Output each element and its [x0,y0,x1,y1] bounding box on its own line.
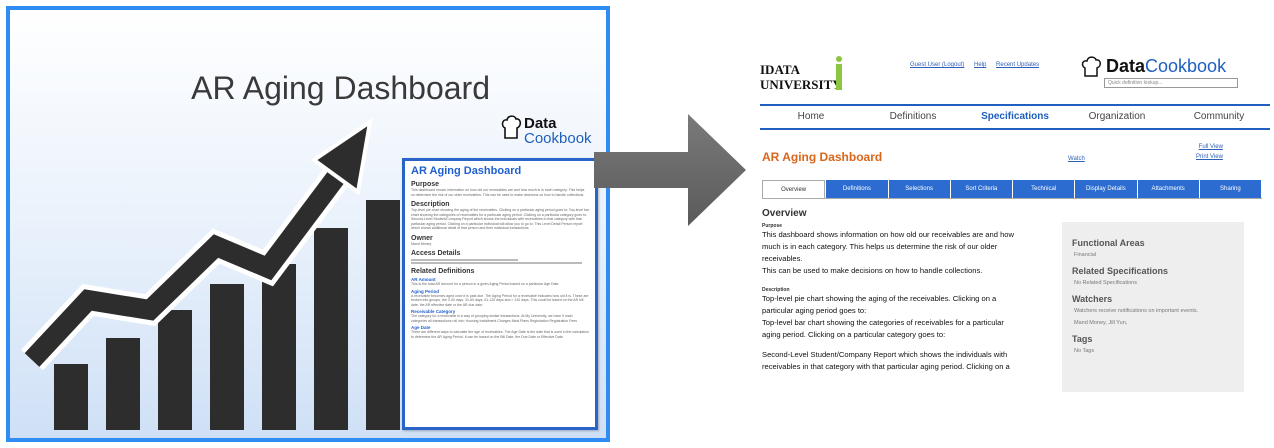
tab-overview[interactable]: Overview [762,180,826,198]
description-line: Top-level pie chart showing the aging of… [762,294,997,303]
chart-bar [54,364,88,430]
chef-hat-icon [1081,56,1101,77]
nav-definitions[interactable]: Definitions [862,106,964,128]
purpose-line: much is in each category. This helps us … [762,242,998,251]
full-view-link[interactable]: Full View [1196,142,1223,152]
quick-lookup-input[interactable]: Quick definition lookup... [1104,78,1238,88]
datacookbook-header-logo: DataCookbook Quick definition lookup... [1080,56,1250,92]
nav-organization[interactable]: Organization [1066,106,1168,128]
spec-document-preview: AR Aging Dashboard Purpose This dashboar… [402,158,598,430]
doc-related-heading: Related Definitions [411,268,475,275]
dashboard-thumbnail-panel: AR Aging Dashboard Data Cookbook AR Agin… [6,6,610,442]
datacookbook-logo: Data Cookbook [500,114,600,154]
chart-bar [314,228,348,430]
tab-sort-criteria[interactable]: Sort Criteria [950,180,1012,198]
page-title: AR Aging Dashboard [762,150,883,164]
chart-bar [210,284,244,430]
watch-link[interactable]: Watch [1068,156,1085,162]
view-links: Full View Print View [1196,142,1223,162]
account-links: Guest User (Logout) Help Recent Updates [910,62,1047,68]
doc-description-text: Top-level pie chart showing the aging of… [411,208,589,230]
tab-selections[interactable]: Selections [888,180,950,198]
doc-access-lines [411,258,589,264]
description-line: particular aging period goes to: [762,306,867,315]
doc-related-item-text: The category for a receivable is a way o… [411,314,577,323]
help-link[interactable]: Help [974,62,986,68]
overview-content: Overview Purpose This dashboard shows in… [762,208,1050,373]
print-view-link[interactable]: Print View [1196,152,1223,162]
functional-areas-value: Financial [1074,252,1097,258]
chef-hat-icon [501,115,522,139]
description-line: aging period. Clicking on a particular c… [762,330,946,339]
doc-purpose-text: This dashboard shows information on how … [411,188,585,197]
tab-definitions[interactable]: Definitions [826,180,888,198]
tab-display-details[interactable]: Display Details [1075,180,1137,198]
university-logo: IDATA UNIVERSITY [760,62,842,92]
doc-owner-heading: Owner [411,234,433,242]
main-navigation: Home Definitions Specifications Organiza… [760,104,1270,130]
related-specs-heading: Related Specifications [1072,266,1169,276]
doc-related-item-text: A receivable becomes aged once it is pas… [411,293,589,307]
description-line: Top-level bar chart showing the categori… [762,318,1004,327]
chart-bar [366,200,400,430]
spec-tabs: Overview Definitions Selections Sort Cri… [762,180,1262,198]
doc-owner-text: Mand Money [411,241,432,246]
watchers-heading: Watchers [1072,294,1113,304]
overview-heading: Overview [762,208,807,219]
guest-user-link[interactable]: Guest User (Logout) [910,62,964,68]
description-line: receivables in that category with that p… [762,362,1010,371]
chart-bar [106,338,140,430]
purpose-line: This dashboard shows information on how … [762,230,1015,239]
doc-related-item-text: This is the total AR Amount for a person… [411,282,560,286]
doc-related-item-text: There are different ways to calculate th… [411,330,589,339]
tab-divider [762,198,1262,199]
tab-sharing[interactable]: Sharing [1199,180,1261,198]
doc-description-heading: Description [411,201,450,208]
datacookbook-spec-page: IDATA UNIVERSITY Guest User (Logout) Hel… [752,0,1274,448]
purpose-line: This can be used to make decisions on ho… [762,266,983,275]
nav-specifications[interactable]: Specifications [964,106,1066,128]
purpose-line: receivables. [762,254,803,263]
description-line: Second-Level Student/Company Report whic… [762,350,1008,359]
tab-attachments[interactable]: Attachments [1137,180,1199,198]
watchers-names: Mand Money, Jill Yun, [1074,320,1128,326]
doc-purpose-heading: Purpose [411,181,440,188]
spec-sidebar: Functional Areas Financial Related Speci… [1062,222,1244,392]
recent-updates-link[interactable]: Recent Updates [996,62,1039,68]
chart-bar [262,264,296,430]
right-arrow-icon [594,114,746,226]
tab-technical[interactable]: Technical [1013,180,1075,198]
nav-community[interactable]: Community [1168,106,1270,128]
doc-title: AR Aging Dashboard [411,165,522,177]
tags-value: No Tags [1074,348,1095,354]
chart-bar [158,310,192,430]
nav-home[interactable]: Home [760,106,862,128]
watchers-note: Watchers receive notifications on import… [1074,308,1199,314]
doc-access-heading: Access Details [411,250,461,257]
functional-areas-heading: Functional Areas [1072,238,1145,248]
university-figure-icon [836,56,842,90]
tags-heading: Tags [1072,334,1093,344]
related-specs-value: No Related Specifications [1074,280,1137,286]
